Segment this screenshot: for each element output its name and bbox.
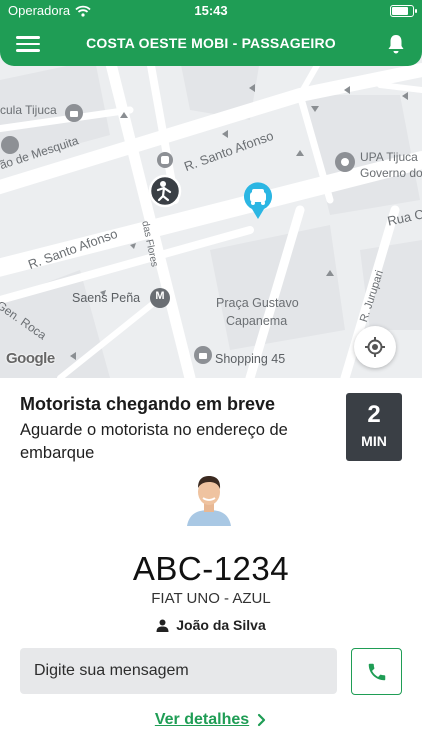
map-label-praca-1: Praça Gustavo: [216, 296, 299, 310]
clock: 15:43: [194, 3, 228, 18]
eta-badge: 2 MIN: [346, 393, 402, 461]
message-input[interactable]: [20, 648, 337, 694]
phone-icon: [368, 663, 385, 680]
crosshair-icon: [365, 337, 385, 357]
battery-icon: [390, 5, 417, 17]
map-label-tijuca: cula Tijuca: [0, 103, 57, 117]
driver-name: João da Silva: [176, 617, 266, 633]
app-bar: COSTA OESTE MOBI - PASSAGEIRO: [0, 22, 422, 66]
person-icon: [156, 619, 169, 632]
trip-subline: Aguarde o motorista no endereço de embar…: [20, 421, 288, 462]
status-bar: Operadora 15:43: [0, 0, 422, 22]
chevron-right-icon: [258, 713, 266, 727]
view-details-link[interactable]: Ver detalhes: [0, 711, 422, 729]
eta-value: 2: [367, 401, 381, 428]
passenger-marker-icon: [148, 174, 182, 208]
vehicle-model: FIAT UNO - AZUL: [151, 590, 271, 607]
map-label-upa-2: Governo do: [360, 166, 422, 180]
bell-icon: [388, 35, 404, 54]
notifications-button[interactable]: [384, 32, 408, 56]
battery-fill: [392, 7, 409, 15]
map-label-saens-pena: Saens Peña: [72, 291, 141, 305]
driver-avatar: [183, 470, 235, 526]
hamburger-menu-button[interactable]: [14, 32, 42, 56]
car-marker-icon: [244, 182, 272, 219]
call-driver-button[interactable]: [351, 648, 402, 695]
trip-panel: Motorista chegando em breve Aguarde o mo…: [0, 378, 422, 750]
map-label-upa-1: UPA Tijuca: [360, 150, 418, 164]
trip-headline: Motorista chegando em breve: [20, 394, 276, 414]
eta-unit: MIN: [361, 433, 387, 449]
locate-me-button[interactable]: [354, 326, 396, 368]
metro-badge: M: [155, 290, 165, 302]
view-details-label: Ver detalhes: [154, 711, 250, 728]
driver-row: João da Silva: [0, 617, 422, 633]
map-label-shopping: Shopping 45: [215, 352, 286, 366]
google-logo: Google: [6, 350, 55, 367]
hamburger-icon: [14, 36, 42, 52]
map-label-praca-2: Capanema: [226, 314, 288, 328]
vehicle-plate: ABC-1234: [132, 550, 290, 587]
app-title: COSTA OESTE MOBI - PASSAGEIRO: [86, 35, 336, 51]
